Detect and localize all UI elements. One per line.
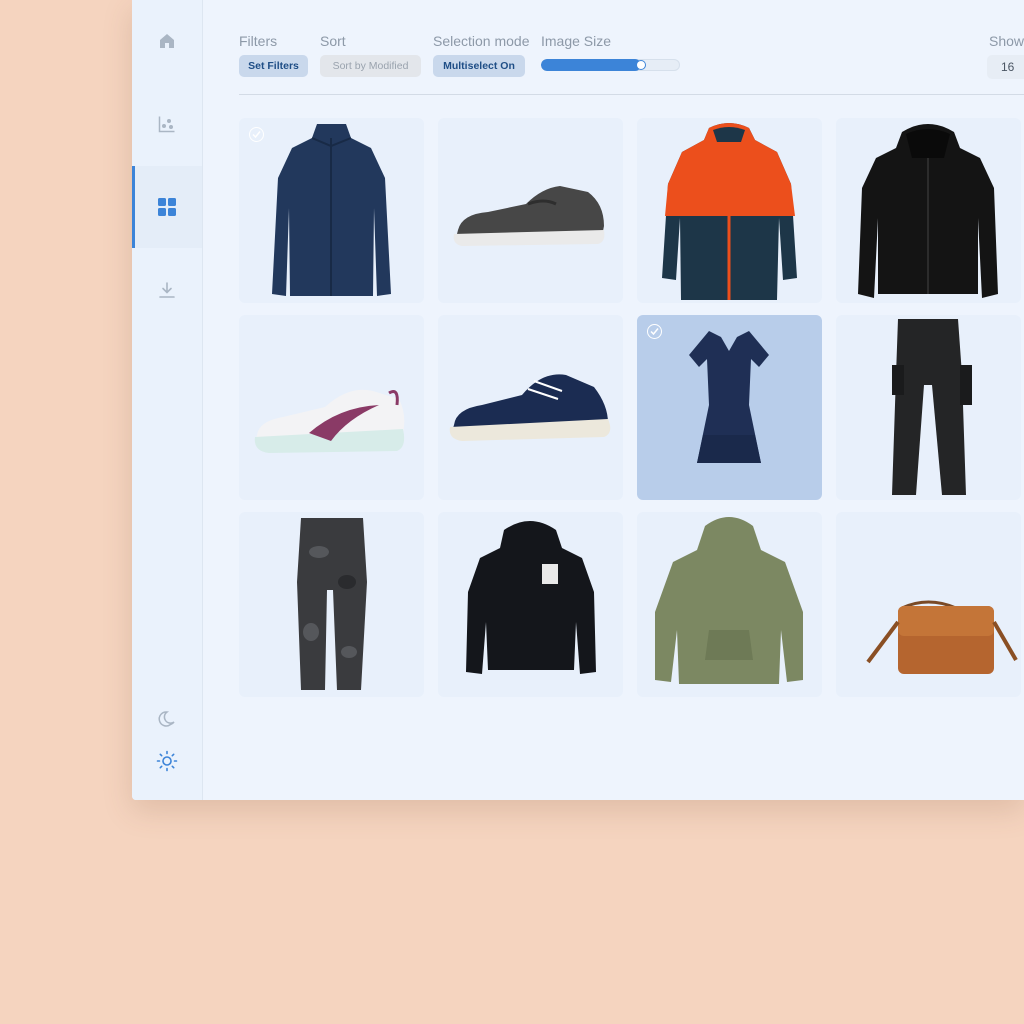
sidebar-item-gallery[interactable] [132,166,202,248]
sort-label: Sort [320,33,346,49]
home-icon [160,34,174,48]
product-card[interactable] [836,118,1021,303]
product-card[interactable] [637,118,822,303]
navy-sneaker-image [449,374,611,441]
image-size-slider[interactable] [541,59,680,71]
product-card[interactable] [239,118,424,303]
jacket-image [272,124,391,296]
orange-jacket-image [662,123,797,300]
black-hoodie-image [466,521,596,674]
analytics-icon [158,116,175,133]
product-card[interactable] [239,512,424,697]
navy-dress-image [689,331,769,463]
sidebar-item-home[interactable] [132,0,202,82]
show-count-select[interactable]: 16 [987,55,1024,79]
app-window: Filters Set Filters Sort Sort by Modifie… [132,0,1024,800]
product-card[interactable] [239,315,424,500]
product-card[interactable] [836,315,1021,500]
toolbar-divider [239,94,1024,95]
black-zip-hoodie-image [858,124,998,298]
main-area: Filters Set Filters Sort Sort by Modifie… [203,0,1024,800]
slip-on-shoe-image [453,186,605,246]
olive-hoodie-image [655,517,803,684]
slider-fill [541,59,642,71]
sun-icon [156,750,178,772]
filters-label: Filters [239,33,278,49]
cargo-pants-image [892,319,972,495]
sidebar-item-analytics[interactable] [132,83,202,165]
product-card[interactable] [637,315,822,500]
image-size-label: Image Size [541,33,612,49]
download-icon [159,282,175,298]
selection-mode-label: Selection mode [433,33,530,49]
sidebar-item-download[interactable] [132,249,202,331]
selected-check-icon [647,324,662,339]
camo-pants-image [297,518,367,690]
product-card[interactable] [438,118,623,303]
product-card[interactable] [438,315,623,500]
product-card[interactable] [836,512,1021,697]
product-card[interactable] [438,512,623,697]
multiselect-button[interactable]: Multiselect On [433,55,525,77]
grid-icon [158,198,176,216]
brown-bag-image [866,600,1018,674]
product-card[interactable] [637,512,822,697]
selected-check-icon [249,127,264,142]
set-filters-button[interactable]: Set Filters [239,55,308,77]
light-mode-toggle[interactable] [132,721,202,800]
white-sneaker-image [254,389,405,453]
show-label: Show [989,33,1024,49]
sort-button[interactable]: Sort by Modified [320,55,421,77]
sidebar [132,0,203,800]
